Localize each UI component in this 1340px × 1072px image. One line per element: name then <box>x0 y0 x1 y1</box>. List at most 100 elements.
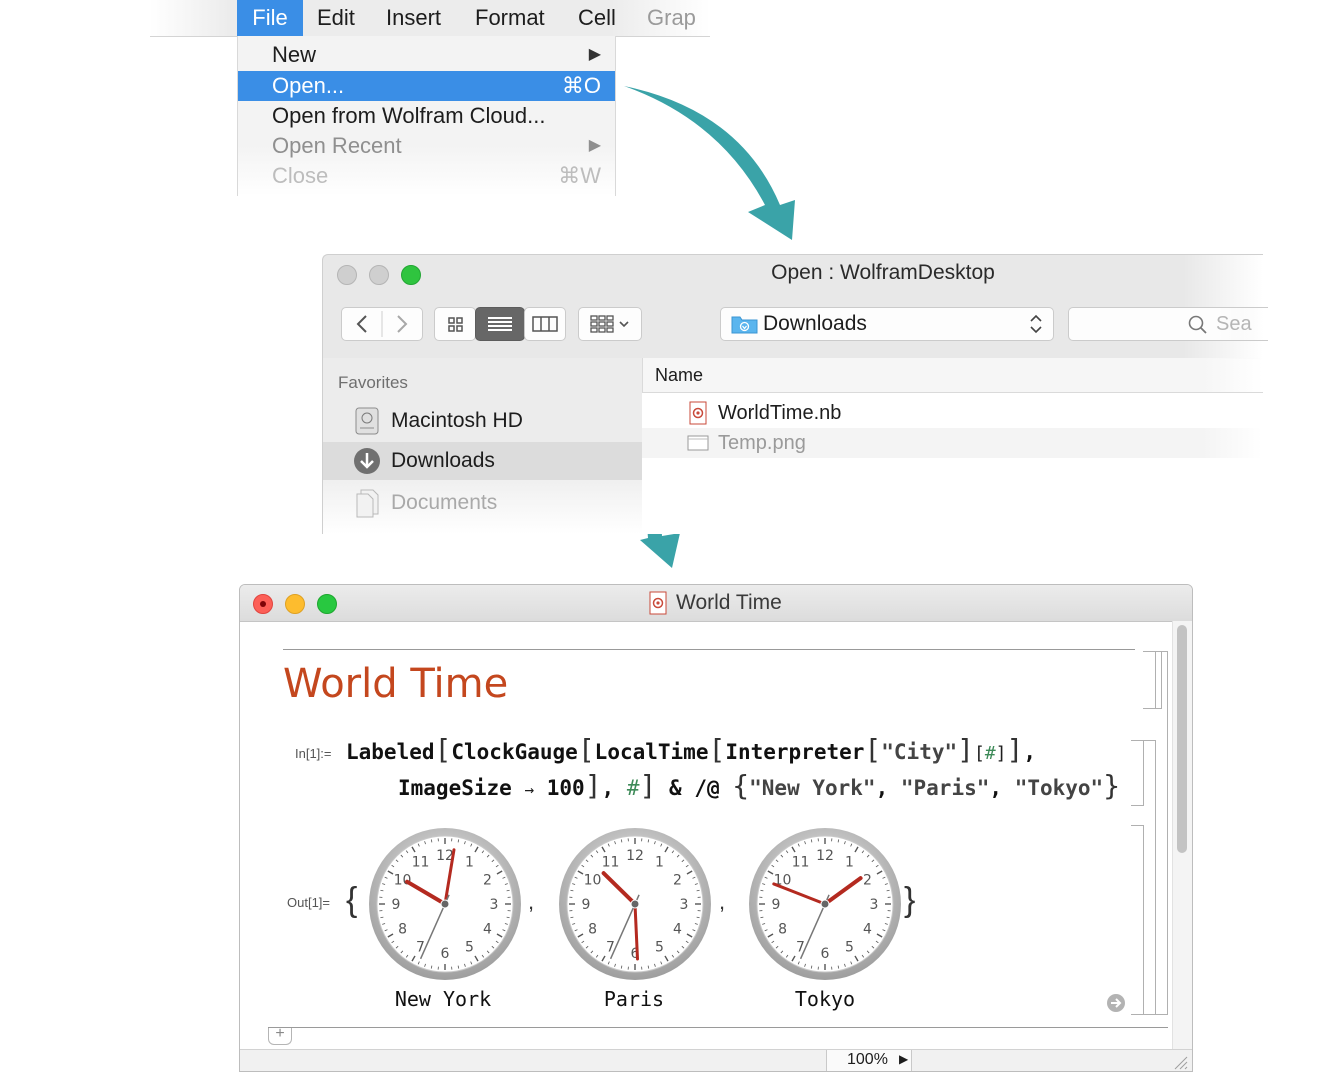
clock-gauge-paris: 1234567891011 12 <box>559 828 711 980</box>
column-header-name[interactable]: Name <box>642 358 1263 393</box>
output-close-brace: } <box>904 881 916 919</box>
resize-grip-icon <box>1174 1056 1188 1070</box>
back-forward-buttons <box>341 307 423 341</box>
clock-numeral: 9 <box>582 897 591 913</box>
sidebar-item-macintosh-hd[interactable]: Macintosh HD <box>323 402 643 440</box>
clock-numeral: 8 <box>778 922 787 938</box>
clock-label-new-york: New York <box>394 987 492 1011</box>
sidebar-item-label: Downloads <box>391 449 495 472</box>
clock-numeral: 5 <box>845 939 854 955</box>
output-comma: , <box>528 889 535 914</box>
dialog-title: Open : WolframDesktop <box>771 261 995 284</box>
clock-numeral: 2 <box>673 873 682 889</box>
clock-numeral: 4 <box>673 922 682 938</box>
scrollbar-thumb[interactable] <box>1177 625 1187 853</box>
column-header-label: Name <box>655 365 704 385</box>
clock-numeral: 2 <box>863 873 872 889</box>
window-titlebar: World Time <box>240 585 1192 622</box>
clock-numeral: 9 <box>772 897 781 913</box>
output-open-brace: { <box>346 881 358 919</box>
minimize-button-inactive[interactable] <box>369 265 389 285</box>
vertical-scrollbar[interactable] <box>1172 621 1192 1051</box>
cell-insertion-line[interactable] <box>268 1027 1168 1028</box>
clock-numeral: 8 <box>398 922 407 938</box>
suggestions-arrow-icon[interactable] <box>1105 992 1127 1014</box>
search-field[interactable]: Sea <box>1068 307 1268 341</box>
arrange-grid-icon <box>590 315 629 333</box>
zoom-menu[interactable]: 100% ▶ <box>826 1050 912 1071</box>
close-button-inactive[interactable] <box>337 265 357 285</box>
column-view-button[interactable] <box>524 307 566 341</box>
dialog-sidebar: Favorites Macintosh HD Downloads Documen… <box>322 358 645 534</box>
clock-gauge-tokyo: 1234567891011 12 <box>749 828 901 980</box>
open-file-dialog: Open : WolframDesktop Downloads Sea Favo… <box>322 254 1268 534</box>
status-bar: 100% ▶ <box>240 1049 1192 1071</box>
chevron-down-icon <box>619 321 629 328</box>
clock-numeral: 2 <box>483 873 492 889</box>
sidebar-item-downloads[interactable]: Downloads <box>323 442 645 480</box>
clock-numeral: 11 <box>412 855 430 871</box>
back-chevron-icon <box>356 315 367 333</box>
sidebar-item-label: Documents <box>391 491 498 514</box>
file-row-temp[interactable]: Temp.png <box>642 428 1262 458</box>
clock-numeral: 11 <box>792 855 810 871</box>
clock-numeral: 9 <box>392 897 401 913</box>
input-code-line-2[interactable]: ImageSize → 100], #] & /@ {"New York", "… <box>398 769 1120 802</box>
group-bracket-section[interactable] <box>1155 651 1168 1015</box>
sidebar-item-documents[interactable]: Documents <box>323 484 643 522</box>
file-list: Name WorldTime.nb Temp.png <box>642 358 1263 534</box>
clock-numeral: 4 <box>483 922 492 938</box>
minimize-button[interactable] <box>285 594 305 614</box>
zoom-button[interactable] <box>317 594 337 614</box>
close-button[interactable] <box>253 594 273 614</box>
file-name: WorldTime.nb <box>718 402 842 424</box>
file-row-worldtime[interactable]: WorldTime.nb <box>642 398 1262 428</box>
notebook-file-icon <box>689 401 707 425</box>
search-placeholder: Sea <box>1216 313 1252 335</box>
location-popup[interactable]: Downloads <box>720 307 1054 341</box>
grid-icon <box>448 317 463 332</box>
clock-numeral: 1 <box>655 855 664 871</box>
clock-numeral: 10 <box>584 873 602 889</box>
output-label: Out[1]= <box>287 895 330 910</box>
clock-numeral: 5 <box>655 939 664 955</box>
clock-numeral: 12 <box>816 848 834 864</box>
sidebar-item-label: Macintosh HD <box>391 409 523 432</box>
clock-numeral: 11 <box>602 855 620 871</box>
icon-view-button[interactable] <box>434 307 476 341</box>
clock-center-pin <box>820 899 830 909</box>
clock-numeral: 1 <box>845 855 854 871</box>
file-name: Temp.png <box>718 432 806 454</box>
notebook-title-cell[interactable]: World Time <box>283 661 508 707</box>
clock-numeral: 12 <box>626 848 644 864</box>
clock-gauge-new-york: 1234567891011 12 <box>369 828 521 980</box>
forward-chevron-icon <box>397 315 408 333</box>
clock-center-pin <box>630 899 640 909</box>
arrow-menu-to-dialog <box>624 86 795 240</box>
location-label: Downloads <box>763 312 867 335</box>
zoom-button[interactable] <box>401 265 421 285</box>
up-down-chevron-icon <box>1030 314 1042 334</box>
sidebar-heading-favorites: Favorites <box>338 373 408 392</box>
output-comma: , <box>719 889 726 914</box>
input-label: In[1]:= <box>295 746 332 761</box>
clock-numeral: 6 <box>441 946 450 962</box>
image-file-icon <box>687 435 709 451</box>
dialog-toolbar: Open : WolframDesktop Downloads Sea <box>322 254 1268 359</box>
zoom-value: 100% <box>847 1051 888 1068</box>
hard-drive-icon <box>355 407 379 435</box>
list-view-button[interactable] <box>475 307 525 341</box>
zoom-arrow-icon: ▶ <box>899 1052 909 1066</box>
title-rule <box>283 649 1135 650</box>
window-title: World Time <box>676 591 782 614</box>
list-icon <box>488 317 512 331</box>
clock-label-tokyo: Tokyo <box>794 987 856 1011</box>
clock-numeral: 8 <box>588 922 597 938</box>
clock-numeral: 1 <box>465 855 474 871</box>
downloads-folder-icon <box>731 316 758 334</box>
arrange-button[interactable] <box>578 307 642 341</box>
input-code-line-1[interactable]: Labeled[ClockGauge[LocalTime[Interpreter… <box>346 733 1036 766</box>
add-cell-plus-icon[interactable]: + <box>268 1026 292 1045</box>
unsaved-dot-icon <box>260 601 266 607</box>
clock-numeral: 3 <box>870 897 879 913</box>
